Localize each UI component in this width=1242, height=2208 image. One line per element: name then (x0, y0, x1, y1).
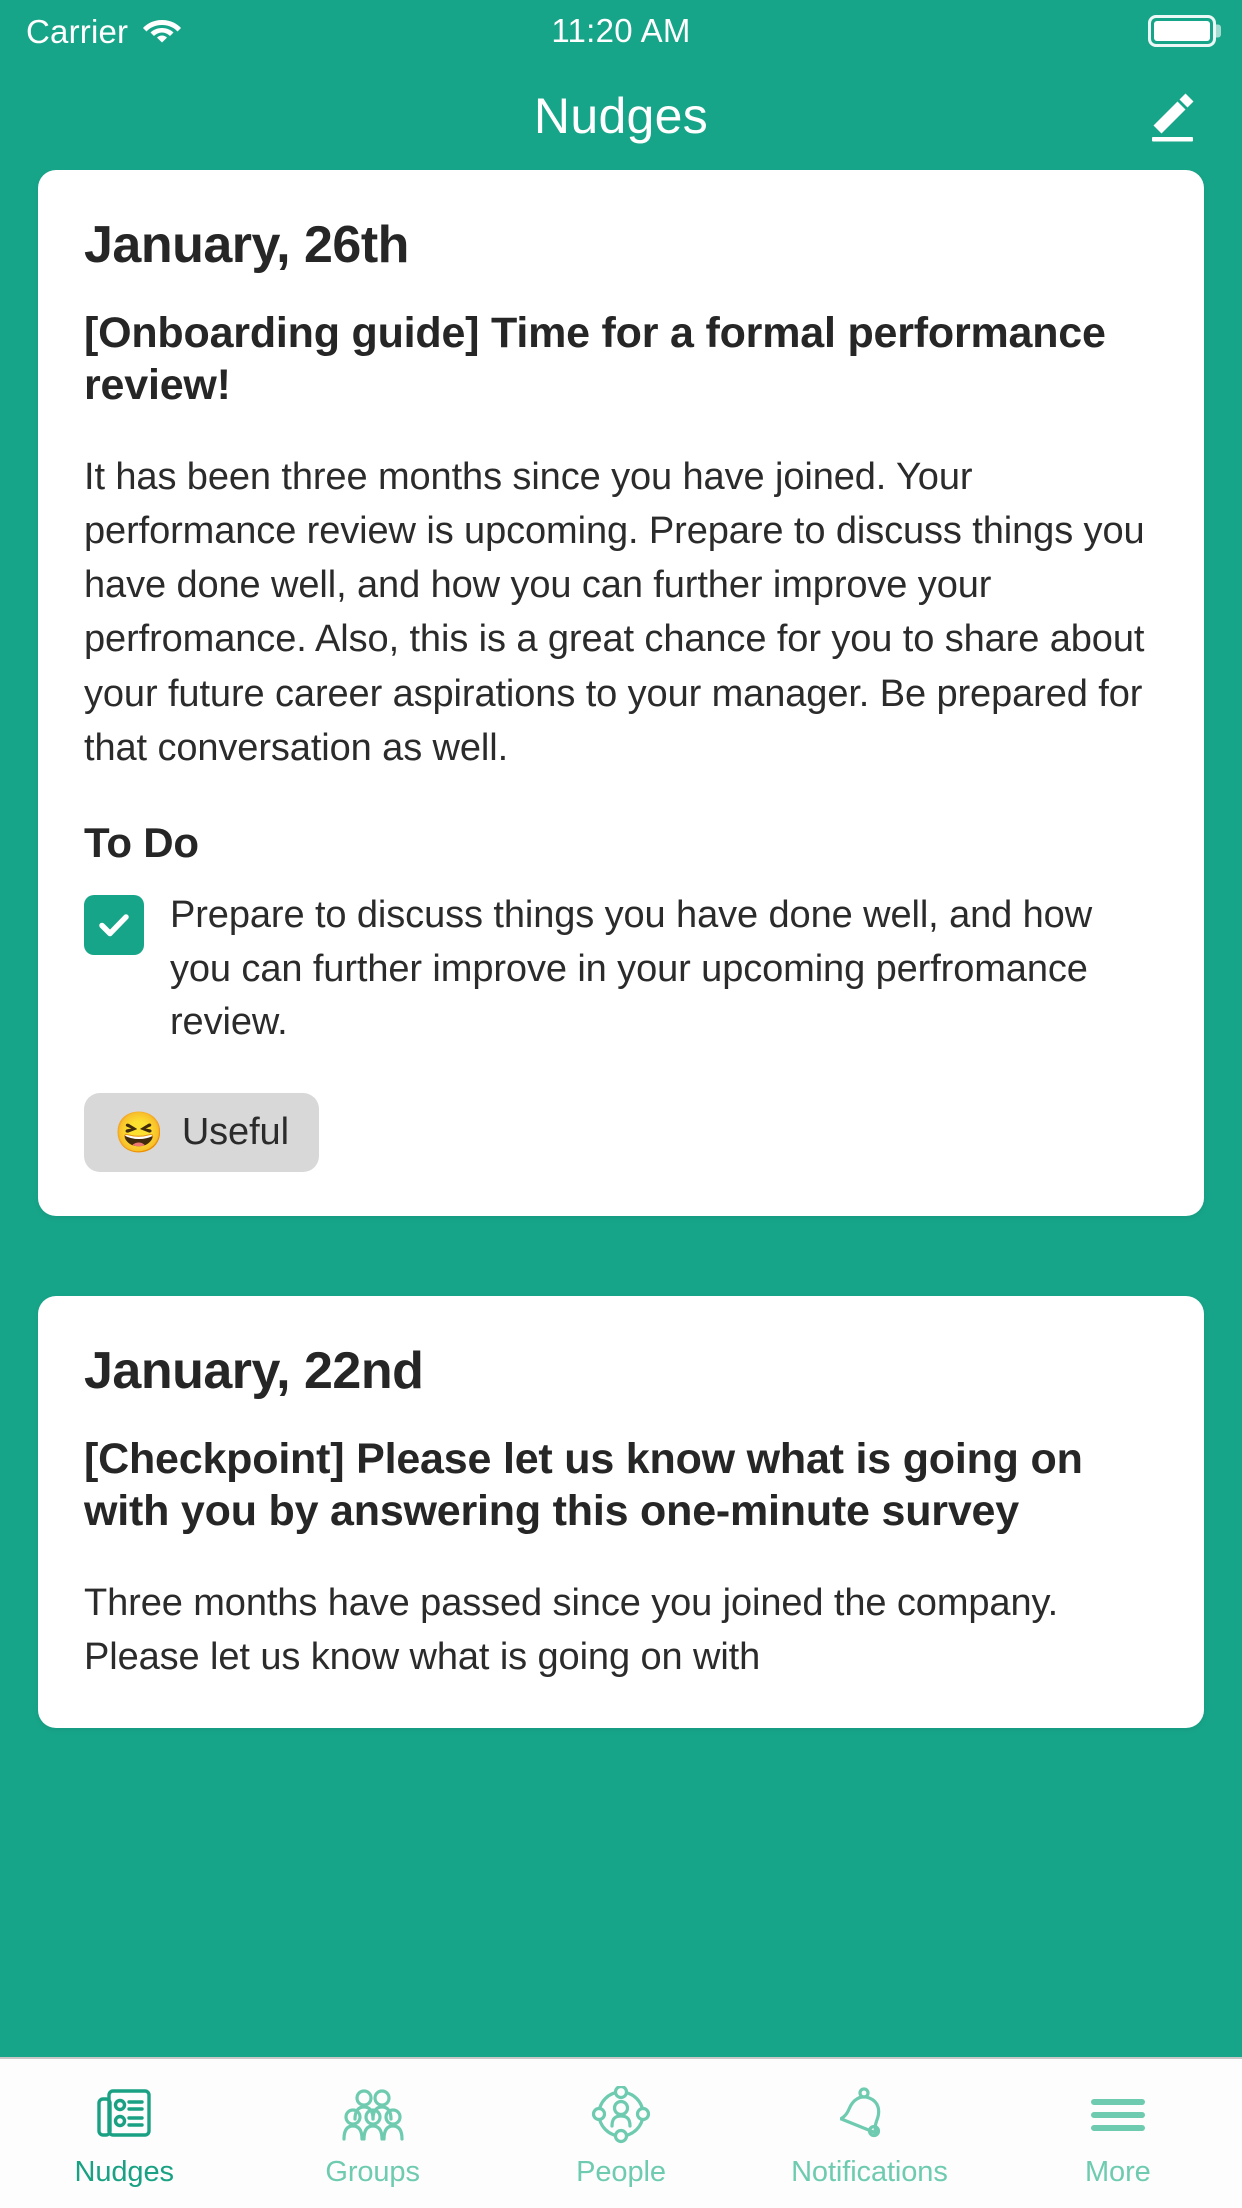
person-network-icon (591, 2084, 651, 2146)
people-group-icon (340, 2084, 406, 2146)
nudges-feed[interactable]: January, 26th [Onboarding guide] Time fo… (0, 170, 1242, 2057)
status-bar: Carrier 11:20 AM (0, 0, 1242, 62)
bottom-tab-bar: Nudges Groups People Notifications More (0, 2057, 1242, 2208)
battery-cap (1216, 24, 1222, 38)
nudge-card[interactable]: January, 22nd [Checkpoint] Please let us… (38, 1296, 1204, 1729)
reaction-bar: 😆 Useful (84, 1093, 1158, 1173)
tab-notifications[interactable]: Notifications (745, 2059, 993, 2208)
laughing-squinting-face-emoji: 😆 (114, 1110, 164, 1155)
nudge-card[interactable]: January, 26th [Onboarding guide] Time fo… (38, 170, 1204, 1217)
battery-fill (1154, 21, 1211, 41)
nudge-body: Three months have passed since you joine… (84, 1581, 1059, 1678)
nav-bar: Nudges (0, 62, 1242, 170)
tab-more[interactable]: More (994, 2059, 1242, 2208)
nudge-title: [Checkpoint] Please let us know what is … (84, 1434, 1083, 1536)
bell-icon (840, 2084, 898, 2146)
pencil-edit-icon (1152, 93, 1194, 142)
tab-label: Notifications (791, 2156, 948, 2188)
reaction-label: Useful (181, 1111, 289, 1154)
todo-item-label: Prepare to discuss things you have done … (170, 894, 1093, 1043)
battery-full-icon (1148, 15, 1222, 47)
tab-label: Groups (325, 2156, 420, 2188)
tab-groups[interactable]: Groups (248, 2059, 496, 2208)
nudge-title: [Onboarding guide] Time for a formal per… (84, 308, 1106, 410)
todo-item[interactable]: Prepare to discuss things you have done … (84, 889, 1158, 1049)
tab-label: Nudges (74, 2156, 174, 2188)
tab-nudges[interactable]: Nudges (0, 2059, 248, 2208)
checkmark-icon (99, 914, 129, 937)
nudge-body: It has been three months since you have … (84, 455, 1145, 770)
status-bar-time: 11:20 AM (551, 12, 691, 49)
tab-label: People (576, 2156, 666, 2188)
nudge-date: January, 22nd (84, 1342, 424, 1401)
wifi-icon (142, 14, 182, 49)
tab-people[interactable]: People (497, 2059, 745, 2208)
page-title: Nudges (533, 88, 709, 144)
document-list-icon (94, 2084, 154, 2146)
status-bar-right (691, 15, 1222, 47)
todo-heading: To Do (84, 819, 199, 867)
tab-label: More (1084, 2156, 1151, 2188)
nudge-date: January, 26th (84, 216, 409, 274)
reaction-useful-button[interactable]: 😆 Useful (84, 1093, 319, 1173)
hamburger-menu-icon (1088, 2084, 1148, 2146)
carrier-label: Carrier (26, 12, 129, 50)
edit-button[interactable] (1132, 76, 1212, 156)
todo-checkbox[interactable] (84, 895, 144, 956)
status-bar-left: Carrier (26, 14, 551, 49)
